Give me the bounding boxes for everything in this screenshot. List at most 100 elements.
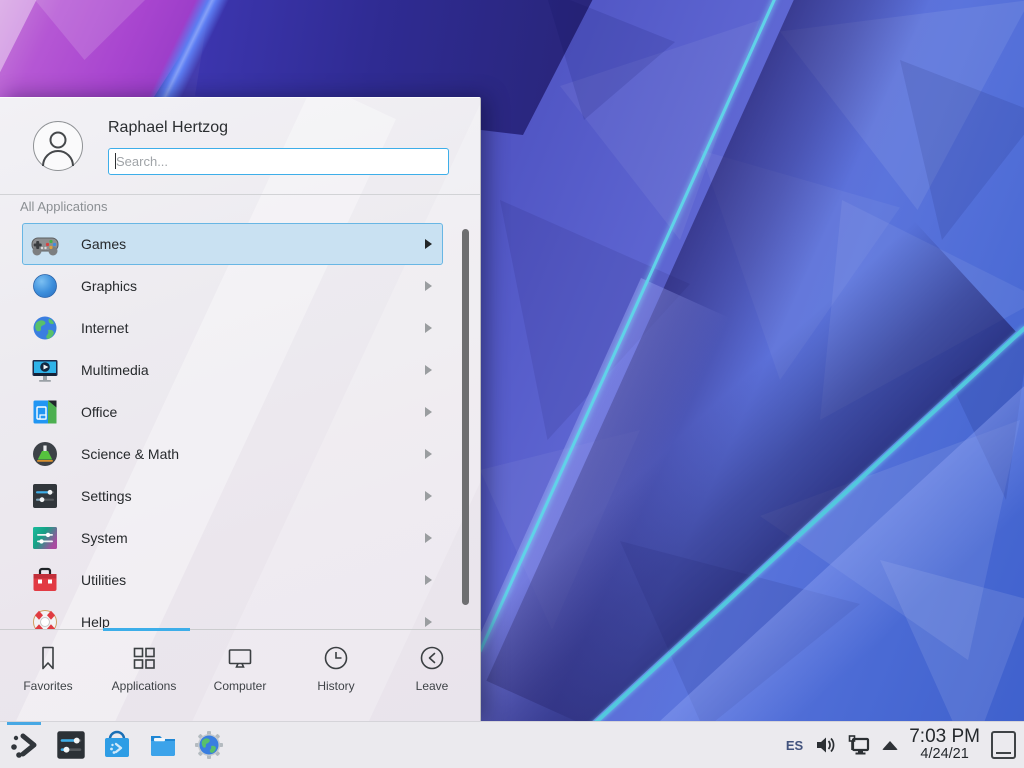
wallpaper-facet xyxy=(500,200,690,440)
taskbar-panel: ES 7:03 PM 4/24/21 xyxy=(0,721,1024,768)
tab-label: Computer xyxy=(214,679,267,693)
category-graphics[interactable]: Graphics xyxy=(22,265,443,307)
discover-button[interactable] xyxy=(100,728,134,762)
gamepad-icon xyxy=(31,230,59,258)
discover-icon xyxy=(101,729,133,761)
category-label: Science & Math xyxy=(81,446,425,462)
document-icon xyxy=(31,398,59,426)
tab-favorites[interactable]: Favorites xyxy=(0,644,96,693)
clock-date: 4/24/21 xyxy=(909,747,980,763)
wallpaper-facet xyxy=(820,200,1024,420)
category-label: Internet xyxy=(81,320,425,336)
system-sliders-icon xyxy=(31,524,59,552)
submenu-arrow-icon xyxy=(425,407,432,417)
wallpaper-facet xyxy=(560,20,760,240)
wallpaper-cyan-line xyxy=(479,0,794,652)
wallpaper-facet xyxy=(780,0,1024,210)
user-avatar[interactable] xyxy=(33,121,83,171)
application-launcher-button[interactable] xyxy=(8,728,42,762)
text-caret xyxy=(115,153,116,169)
clock-icon xyxy=(322,644,350,672)
category-label: Office xyxy=(81,404,425,420)
category-label: Multimedia xyxy=(81,362,425,378)
wallpaper-facet xyxy=(900,60,1024,240)
footer-tab-bar: Favorites Applications xyxy=(0,630,480,693)
wallpaper-shadow-band xyxy=(486,0,969,747)
category-label: Settings xyxy=(81,488,425,504)
submenu-arrow-icon xyxy=(425,323,432,333)
submenu-arrow-icon xyxy=(425,281,432,291)
user-icon xyxy=(34,122,82,170)
wallpaper-facet xyxy=(35,0,145,60)
tab-computer[interactable]: Computer xyxy=(192,644,288,693)
wallpaper-cyan-line xyxy=(509,326,1024,768)
browser-globe-icon xyxy=(193,729,225,761)
taskbar-launchers xyxy=(8,722,226,768)
launcher-header: Raphael Hertzog xyxy=(0,98,480,195)
category-games[interactable]: Games xyxy=(22,223,443,265)
category-label: Graphics xyxy=(81,278,425,294)
monitor-play-icon xyxy=(31,356,59,384)
category-utilities[interactable]: Utilities xyxy=(22,559,443,601)
show-desktop-button[interactable] xyxy=(991,731,1016,759)
search-input[interactable] xyxy=(108,148,449,175)
user-name: Raphael Hertzog xyxy=(108,119,228,137)
bookmark-icon xyxy=(34,644,62,672)
wallpaper-facet xyxy=(545,0,675,120)
wallpaper-facet xyxy=(700,150,900,380)
section-label: All Applications xyxy=(20,199,107,214)
sliders-icon xyxy=(31,482,59,510)
toolbox-icon xyxy=(31,566,59,594)
clock-time: 7:03 PM xyxy=(909,727,980,748)
keyboard-layout-indicator[interactable]: ES xyxy=(786,738,803,753)
web-browser-button[interactable] xyxy=(192,728,226,762)
wallpaper-facet xyxy=(760,420,1020,660)
network-icon[interactable] xyxy=(847,733,871,757)
submenu-arrow-icon xyxy=(425,239,432,249)
category-system[interactable]: System xyxy=(22,517,443,559)
file-manager-button[interactable] xyxy=(146,728,180,762)
category-label: System xyxy=(81,530,425,546)
wallpaper-facet xyxy=(950,330,1024,500)
monitor-icon xyxy=(226,644,254,672)
tab-history[interactable]: History xyxy=(288,644,384,693)
lifebuoy-icon xyxy=(31,608,59,629)
category-list: Games Graphics xyxy=(0,223,480,629)
grid-icon xyxy=(130,644,158,672)
globe-icon xyxy=(31,314,59,342)
category-multimedia[interactable]: Multimedia xyxy=(22,349,443,391)
wallpaper-facet xyxy=(0,0,70,85)
wallpaper-facet xyxy=(620,520,860,730)
tab-applications[interactable]: Applications xyxy=(96,644,192,693)
tab-leave[interactable]: Leave xyxy=(384,644,480,693)
category-label: Games xyxy=(81,236,425,252)
tab-label: Leave xyxy=(416,679,449,693)
system-tray: ES 7:03 PM 4/24/21 xyxy=(786,722,1016,768)
system-settings-button[interactable] xyxy=(54,728,88,762)
submenu-arrow-icon xyxy=(425,491,432,501)
category-internet[interactable]: Internet xyxy=(22,307,443,349)
system-settings-icon xyxy=(55,729,87,761)
kde-launcher-icon xyxy=(8,728,42,762)
category-settings[interactable]: Settings xyxy=(22,475,443,517)
category-label: Help xyxy=(81,614,425,629)
application-launcher-popup: Raphael Hertzog All Applications xyxy=(0,97,481,721)
sphere-icon xyxy=(31,272,59,300)
submenu-arrow-icon xyxy=(425,575,432,585)
category-help[interactable]: Help xyxy=(22,601,443,629)
category-office[interactable]: Office xyxy=(22,391,443,433)
digital-clock[interactable]: 7:03 PM 4/24/21 xyxy=(909,727,980,763)
submenu-arrow-icon xyxy=(425,617,432,627)
submenu-arrow-icon xyxy=(425,365,432,375)
wallpaper-facet xyxy=(480,430,640,630)
category-science-math[interactable]: Science & Math xyxy=(22,433,443,475)
tray-expander-icon[interactable] xyxy=(882,741,898,750)
tab-label: Favorites xyxy=(23,679,72,693)
category-label: Utilities xyxy=(81,572,425,588)
leave-icon xyxy=(418,644,446,672)
flask-icon xyxy=(31,440,59,468)
launcher-footer: Favorites Applications xyxy=(0,629,480,721)
volume-icon[interactable] xyxy=(814,734,836,756)
list-scrollbar[interactable] xyxy=(462,229,469,605)
desktop: Raphael Hertzog All Applications xyxy=(0,0,1024,768)
